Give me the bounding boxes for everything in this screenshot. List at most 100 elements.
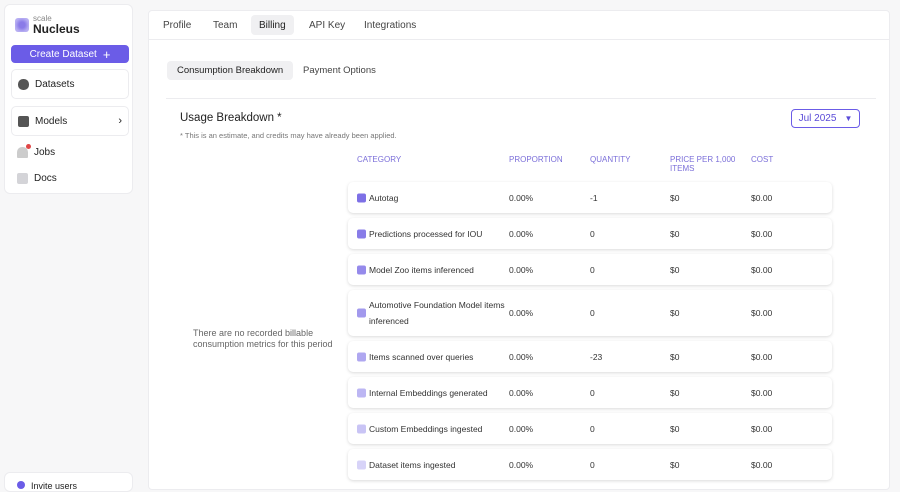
column-header-quantity: QUANTITY xyxy=(590,155,631,164)
price-cell: $0 xyxy=(670,228,680,239)
price-cell: $0 xyxy=(670,308,680,318)
category-color-swatch xyxy=(357,388,366,397)
bell-icon xyxy=(17,144,31,158)
divider xyxy=(166,98,876,99)
price-cell: $0 xyxy=(670,387,680,398)
jobs-label: Jobs xyxy=(34,147,56,158)
quantity-cell: -23 xyxy=(590,351,603,362)
robot-icon xyxy=(18,115,29,127)
docs-label: Docs xyxy=(34,173,57,184)
cost-cell: $0.00 xyxy=(751,264,773,275)
column-header-cost: COST xyxy=(751,155,774,164)
caret-down-icon: ▼ xyxy=(844,114,853,123)
category-cell: Automotive Foundation Model items infere… xyxy=(369,300,505,326)
tab-bar: Profile Team Billing API Key Integration… xyxy=(149,11,889,40)
logo[interactable]: scale Nucleus xyxy=(15,15,80,35)
usage-title: Usage Breakdown * xyxy=(180,112,282,124)
month-value: Jul 2025 xyxy=(798,113,837,124)
cost-cell: $0.00 xyxy=(751,228,773,239)
datasets-label: Datasets xyxy=(35,78,75,90)
category-color-swatch xyxy=(357,193,366,202)
proportion-cell: 0.00% xyxy=(509,192,534,203)
price-cell: $0 xyxy=(670,351,680,362)
cost-cell: $0.00 xyxy=(751,308,773,318)
column-header-price: PRICE PER 1,000 ITEMS xyxy=(670,155,736,173)
category-cell: Internal Embeddings generated xyxy=(369,387,488,398)
table-row: Predictions processed for IOU 0.00% 0 $0… xyxy=(348,218,832,249)
category-cell: Custom Embeddings ingested xyxy=(369,423,483,434)
tab-billing[interactable]: Billing xyxy=(251,15,294,35)
proportion-cell: 0.00% xyxy=(509,351,534,362)
category-color-swatch xyxy=(357,352,366,361)
empty-state-text: There are no recorded billable consumpti… xyxy=(193,328,333,349)
users-icon xyxy=(17,481,25,489)
category-cell: Autotag xyxy=(369,192,399,203)
table-row: Items scanned over queries 0.00% -23 $0 … xyxy=(348,341,832,372)
quantity-cell: 0 xyxy=(590,459,595,470)
category-color-swatch xyxy=(357,265,366,274)
scale-logo-icon xyxy=(15,18,29,32)
price-cell: $0 xyxy=(670,264,680,275)
sidebar-item-jobs[interactable]: Jobs xyxy=(17,144,56,158)
cost-cell: $0.00 xyxy=(751,192,773,203)
quantity-cell: 0 xyxy=(590,264,595,275)
table-row: Autotag 0.00% -1 $0 $0.00 xyxy=(348,182,832,213)
subtab-consumption-breakdown[interactable]: Consumption Breakdown xyxy=(167,61,294,80)
sidebar-item-docs[interactable]: Docs xyxy=(17,173,57,184)
tab-team[interactable]: Team xyxy=(205,15,245,35)
price-cell: $0 xyxy=(670,423,680,434)
plus-icon: + xyxy=(102,46,111,62)
category-cell: Model Zoo items inferenced xyxy=(369,264,474,275)
invite-label: Invite users xyxy=(31,481,78,491)
invite-users-button[interactable]: Invite users xyxy=(4,472,133,492)
category-cell: Dataset items ingested xyxy=(369,459,456,470)
quantity-cell: -1 xyxy=(590,192,598,203)
sidebar-item-datasets[interactable]: Datasets xyxy=(11,69,129,99)
proportion-cell: 0.00% xyxy=(509,308,534,318)
table-row: Internal Embeddings generated 0.00% 0 $0… xyxy=(348,377,832,408)
settings-panel: Profile Team Billing API Key Integration… xyxy=(148,10,890,490)
proportion-cell: 0.00% xyxy=(509,423,534,434)
sidebar: scale Nucleus Create Dataset + Datasets Mo… xyxy=(4,4,133,194)
column-header-category: CATEGORY xyxy=(357,155,402,164)
table-row: Automotive Foundation Model items infere… xyxy=(348,290,832,336)
proportion-cell: 0.00% xyxy=(509,264,534,275)
chevron-right-icon: › xyxy=(118,115,122,127)
cost-cell: $0.00 xyxy=(751,387,773,398)
quantity-cell: 0 xyxy=(590,423,595,434)
quantity-cell: 0 xyxy=(590,228,595,239)
tab-api-key[interactable]: API Key xyxy=(301,15,353,35)
category-cell: Predictions processed for IOU xyxy=(369,228,483,239)
proportion-cell: 0.00% xyxy=(509,228,534,239)
create-dataset-label: Create Dataset xyxy=(29,48,97,60)
database-icon xyxy=(18,78,29,90)
tab-integrations[interactable]: Integrations xyxy=(356,15,424,35)
create-dataset-button[interactable]: Create Dataset + xyxy=(11,45,129,63)
cost-cell: $0.00 xyxy=(751,459,773,470)
price-cell: $0 xyxy=(670,459,680,470)
subtab-payment-options[interactable]: Payment Options xyxy=(293,61,386,80)
proportion-cell: 0.00% xyxy=(509,387,534,398)
category-color-swatch xyxy=(357,229,366,238)
table-row: Model Zoo items inferenced 0.00% 0 $0 $0… xyxy=(348,254,832,285)
table-row: Dataset items ingested 0.00% 0 $0 $0.00 xyxy=(348,449,832,480)
models-label: Models xyxy=(35,115,68,127)
column-header-proportion: PROPORTION xyxy=(509,155,563,164)
quantity-cell: 0 xyxy=(590,308,595,318)
month-select[interactable]: Jul 2025 ▼ xyxy=(791,109,860,128)
category-color-swatch xyxy=(357,424,366,433)
category-cell: Items scanned over queries xyxy=(369,351,474,362)
tab-profile[interactable]: Profile xyxy=(155,15,199,35)
docs-icon xyxy=(17,173,28,184)
category-color-swatch xyxy=(357,308,366,318)
category-color-swatch xyxy=(357,460,366,469)
cost-cell: $0.00 xyxy=(751,351,773,362)
quantity-cell: 0 xyxy=(590,387,595,398)
sidebar-item-models[interactable]: Models › xyxy=(11,106,129,136)
table-row: Custom Embeddings ingested 0.00% 0 $0 $0… xyxy=(348,413,832,444)
usage-note: * This is an estimate, and credits may h… xyxy=(180,131,397,140)
proportion-cell: 0.00% xyxy=(509,459,534,470)
cost-cell: $0.00 xyxy=(751,423,773,434)
brand-name: Nucleus xyxy=(33,22,80,36)
price-cell: $0 xyxy=(670,192,680,203)
